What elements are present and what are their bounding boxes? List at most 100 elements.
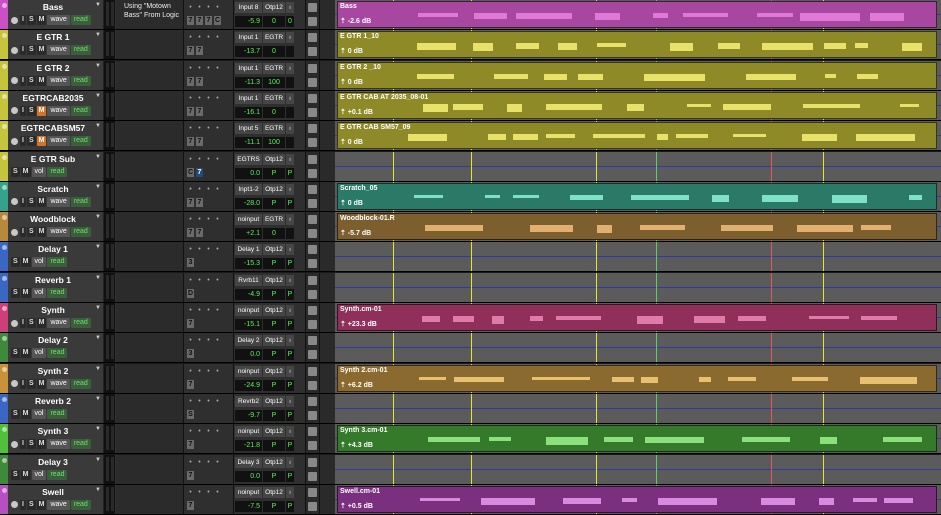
volume-readout[interactable]: -5.9 (235, 16, 262, 27)
input-selector[interactable]: Inpt1-2 (235, 183, 262, 195)
solo-button[interactable]: S (26, 45, 36, 56)
track-name[interactable]: Bass (14, 2, 92, 12)
pin-icon[interactable]: ♁ (286, 274, 294, 286)
automation-mode-selector[interactable]: read (70, 499, 91, 510)
track-menu-arrow-icon[interactable]: ▼ (95, 396, 101, 402)
track-menu-arrow-icon[interactable]: ▼ (95, 305, 101, 311)
send-slot[interactable]: D (187, 288, 194, 298)
mute-button[interactable]: M (36, 318, 47, 328)
audio-clip[interactable]: Synth 3.cm-01 ⇡ +4.3 dB (337, 425, 937, 453)
track-name[interactable]: E GTR 1 (14, 32, 92, 42)
pan-readout[interactable]: 100 (263, 137, 285, 149)
output-selector[interactable]: Otp12 (263, 305, 285, 316)
insert-slot[interactable]: • (205, 64, 212, 73)
output-selector[interactable]: Otp12 (263, 183, 285, 195)
track-name[interactable]: Reverb 1 (14, 275, 92, 285)
send-slot[interactable]: 7 (196, 16, 203, 25)
insert-slot[interactable]: • (196, 397, 203, 406)
automation-mode-selector[interactable]: read (47, 257, 68, 268)
track-view-selector[interactable]: vol (31, 348, 47, 359)
input-monitor-button[interactable]: I (20, 318, 26, 328)
insert-slot[interactable]: • (196, 245, 203, 254)
insert-slot[interactable]: • (196, 306, 203, 315)
pan-readout[interactable]: P (263, 167, 285, 179)
record-arm-small-icon[interactable] (308, 396, 317, 406)
insert-slot[interactable]: • (196, 155, 203, 164)
insert-slot[interactable]: • (196, 458, 203, 467)
mute-button[interactable]: M (20, 408, 31, 419)
pan-right-readout[interactable]: P (286, 288, 294, 300)
solo-button[interactable]: S (11, 348, 20, 359)
volume-readout[interactable]: -21.8 (235, 440, 262, 452)
track-color-strip[interactable] (0, 363, 8, 393)
track-list-icon[interactable] (308, 47, 317, 57)
send-slot[interactable]: C (187, 167, 194, 177)
insert-slot[interactable]: • (205, 488, 212, 497)
solo-button[interactable]: S (26, 439, 36, 450)
pan-readout[interactable]: 0 (263, 46, 285, 58)
send-slot[interactable]: 7 (187, 46, 194, 56)
track-menu-arrow-icon[interactable]: ▼ (95, 184, 101, 190)
track-list-icon[interactable] (308, 138, 317, 148)
pin-icon[interactable]: ♁ (286, 62, 294, 74)
pin-icon[interactable]: ♁ (286, 123, 294, 135)
output-selector[interactable]: Otp12 (263, 2, 285, 13)
track-view-selector[interactable]: vol (31, 408, 47, 419)
mute-button[interactable]: M (36, 45, 47, 56)
input-selector[interactable]: Input 1 (235, 62, 262, 74)
mute-button[interactable]: M (36, 15, 47, 25)
track-name[interactable]: EGTRCAB2035 (14, 93, 92, 103)
record-arm-small-icon[interactable] (308, 63, 317, 73)
pan-readout[interactable]: P (263, 470, 285, 482)
timeline-lane[interactable]: E GTR CAB SM57_09 ⇡ 0 dB (335, 121, 941, 151)
track-view-selector[interactable]: wave (47, 196, 70, 207)
track-name[interactable]: Delay 3 (14, 457, 92, 467)
insert-slot[interactable]: • (187, 458, 194, 467)
pan-readout[interactable]: 0 (263, 106, 285, 118)
pan-right-readout[interactable]: P (286, 197, 294, 209)
send-slot[interactable]: 3 (187, 349, 194, 359)
timeline-lane[interactable] (335, 454, 941, 484)
track-comments[interactable] (116, 272, 184, 302)
track-comments[interactable]: Using "Motown Bass" From Logic (116, 0, 184, 29)
insert-slot[interactable]: • (214, 367, 221, 376)
insert-slot[interactable]: • (196, 185, 203, 194)
insert-slot[interactable]: • (214, 458, 221, 467)
mute-button[interactable]: M (36, 499, 47, 510)
pin-icon[interactable]: ♁ (286, 335, 294, 347)
record-arm-small-icon[interactable] (308, 457, 317, 467)
record-enable-button[interactable] (11, 77, 18, 85)
clip-gain[interactable]: ⇡ +6.2 dB (340, 381, 373, 389)
record-arm-small-icon[interactable] (308, 487, 317, 497)
insert-slot[interactable]: • (205, 94, 212, 103)
output-selector[interactable]: Otp12 (263, 395, 285, 407)
automation-mode-selector[interactable]: read (70, 378, 91, 389)
pan-right-readout[interactable]: P (286, 167, 294, 179)
pin-icon[interactable]: ♁ (286, 244, 294, 256)
track-list-icon[interactable] (308, 320, 317, 329)
track-comments[interactable] (116, 121, 184, 151)
mute-button[interactable]: M (36, 136, 47, 147)
track-color-strip[interactable] (0, 242, 8, 272)
pan-right-readout[interactable]: P (286, 349, 294, 361)
input-selector[interactable]: noinput (235, 214, 262, 226)
track-color-strip[interactable] (0, 121, 8, 151)
track-view-selector[interactable]: wave (47, 105, 70, 116)
record-enable-button[interactable] (11, 501, 18, 509)
timeline-lane[interactable]: Synth 3.cm-01 ⇡ +4.3 dB (335, 424, 941, 454)
track-color-strip[interactable] (0, 30, 8, 60)
track-name[interactable]: Delay 1 (14, 244, 92, 254)
input-monitor-button[interactable]: I (20, 75, 26, 86)
timeline-lane[interactable] (335, 242, 941, 272)
automation-mode-selector[interactable]: read (70, 136, 91, 147)
input-selector[interactable]: EGTRS (235, 153, 262, 165)
track-comments[interactable] (116, 181, 184, 211)
track-list-icon[interactable] (308, 229, 317, 239)
pan-right-readout[interactable]: P (286, 470, 294, 482)
track-list-icon[interactable] (308, 441, 317, 451)
track-list-icon[interactable] (308, 259, 317, 269)
track-list-icon[interactable] (308, 107, 317, 117)
insert-slot[interactable]: • (205, 215, 212, 224)
track-name[interactable]: E GTR Sub (14, 154, 92, 164)
insert-slot[interactable]: • (187, 94, 194, 103)
